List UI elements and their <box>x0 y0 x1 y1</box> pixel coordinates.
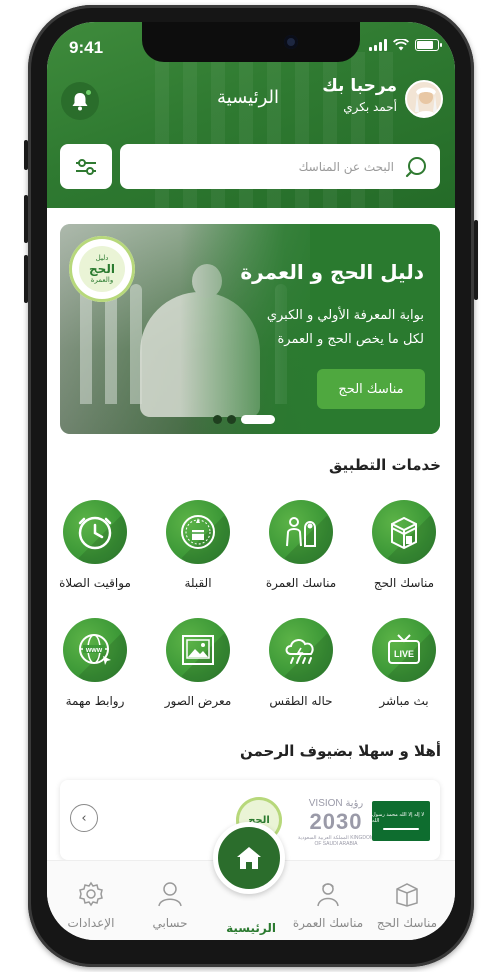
service-label: القبلة <box>184 576 212 590</box>
nav-account[interactable]: حسابي <box>134 881 206 930</box>
battery-icon <box>415 39 442 51</box>
kaaba-icon <box>391 516 417 550</box>
wifi-icon <box>393 39 409 51</box>
www-globe-icon: www <box>79 634 111 665</box>
chevron-left-icon[interactable]: ‹ <box>70 804 98 832</box>
services-section-title: خدمات التطبيق <box>329 456 441 474</box>
nav-settings[interactable]: الإعدادات <box>55 881 127 930</box>
user-name: أحمد بكري <box>343 100 397 114</box>
notification-bell-button[interactable] <box>61 82 99 120</box>
search-input[interactable] <box>144 159 394 174</box>
status-time: 9:41 <box>69 38 104 57</box>
banner-title: دليل الحج و العمرة <box>240 260 424 284</box>
carousel-dot[interactable] <box>227 415 236 424</box>
pilgrim-outline-icon <box>317 883 339 907</box>
service-label: مناسك الحج <box>373 576 435 590</box>
service-photo-gallery[interactable]: معرض الصور <box>148 618 248 708</box>
service-umrah-rituals[interactable]: مناسك العمرة <box>251 500 351 590</box>
service-live-stream[interactable]: LIVE بث مباشر <box>354 618 454 708</box>
weather-icon <box>285 639 314 664</box>
user-icon <box>158 882 182 907</box>
service-label: بث مباشر <box>379 694 429 708</box>
app-screen: 9:41 الرئيسية مرحبا بك أحمد بكري البحث ع… <box>47 22 455 940</box>
signal-icon <box>369 39 387 51</box>
nav-hajj[interactable]: مناسك الحج <box>371 881 443 930</box>
status-icons <box>369 39 442 51</box>
avatar-image <box>413 87 439 116</box>
user-greeting: مرحبا بك أحمد بكري <box>322 76 397 114</box>
pilgrims-icon <box>286 517 316 547</box>
power-button <box>474 220 478 300</box>
hero-banner[interactable]: دليل الحج والعمرة دليل الحج و العمرة بوا… <box>60 224 440 434</box>
qibla-compass-icon <box>181 515 215 549</box>
carousel-dot[interactable] <box>213 415 222 424</box>
service-qibla[interactable]: القبلة <box>148 500 248 590</box>
notch <box>142 22 360 62</box>
service-weather[interactable]: حاله الطقس <box>251 618 351 708</box>
nav-umrah[interactable]: مناسك العمرة <box>292 881 364 930</box>
carousel-indicators <box>213 415 275 424</box>
filter-button[interactable] <box>60 144 112 189</box>
search-icon <box>405 156 426 177</box>
nav-home-label: الرئيسية <box>226 921 276 935</box>
sliders-icon <box>76 158 96 175</box>
service-label: مناسك العمرة <box>265 576 337 590</box>
banner-hajj-rituals-button[interactable]: مناسك الحج <box>317 369 425 409</box>
service-label: مواقيت الصلاة <box>59 576 131 590</box>
volume-down-button <box>24 255 28 303</box>
page-title: الرئيسية <box>217 87 279 108</box>
front-camera <box>284 35 298 49</box>
carousel-dot-active[interactable] <box>241 415 275 424</box>
search-bar <box>120 144 440 189</box>
home-icon <box>237 847 261 869</box>
hajj-guide-logo: دليل الحج والعمرة <box>69 236 135 302</box>
kaaba-outline-icon <box>396 883 418 907</box>
clock-icon <box>78 516 112 550</box>
service-prayer-times[interactable]: مواقيت الصلاة <box>47 500 145 590</box>
svg-text:www: www <box>85 647 103 654</box>
banner-description: بوابة المعرفة الأولي و الكبري لكل ما يخص… <box>266 308 424 347</box>
live-tv-icon: LIVE <box>388 634 420 664</box>
service-label: روابط مهمة <box>65 694 125 708</box>
service-label: معرض الصور <box>164 694 232 708</box>
gear-icon <box>79 881 103 907</box>
notification-dot <box>85 89 92 96</box>
user-avatar[interactable] <box>405 80 443 118</box>
volume-up-button <box>24 195 28 243</box>
service-label: حاله الطقس <box>269 694 333 708</box>
vision-2030-logo: VISION رؤية 2030 المملكة العربية السعودي… <box>297 798 375 847</box>
nav-home-button[interactable] <box>213 822 285 894</box>
service-important-links[interactable]: www روابط مهمة <box>47 618 145 708</box>
gallery-icon <box>182 635 214 665</box>
greeting-text: مرحبا بك <box>322 76 397 96</box>
svg-text:LIVE: LIVE <box>394 649 414 659</box>
welcome-section-title: أهلا و سهلا بضيوف الرحمن <box>239 742 441 760</box>
mute-switch <box>24 140 28 170</box>
service-hajj-rituals[interactable]: مناسك الحج <box>354 500 454 590</box>
saudi-flag-logo: لا إله إلا الله محمد رسول الله <box>372 801 430 841</box>
